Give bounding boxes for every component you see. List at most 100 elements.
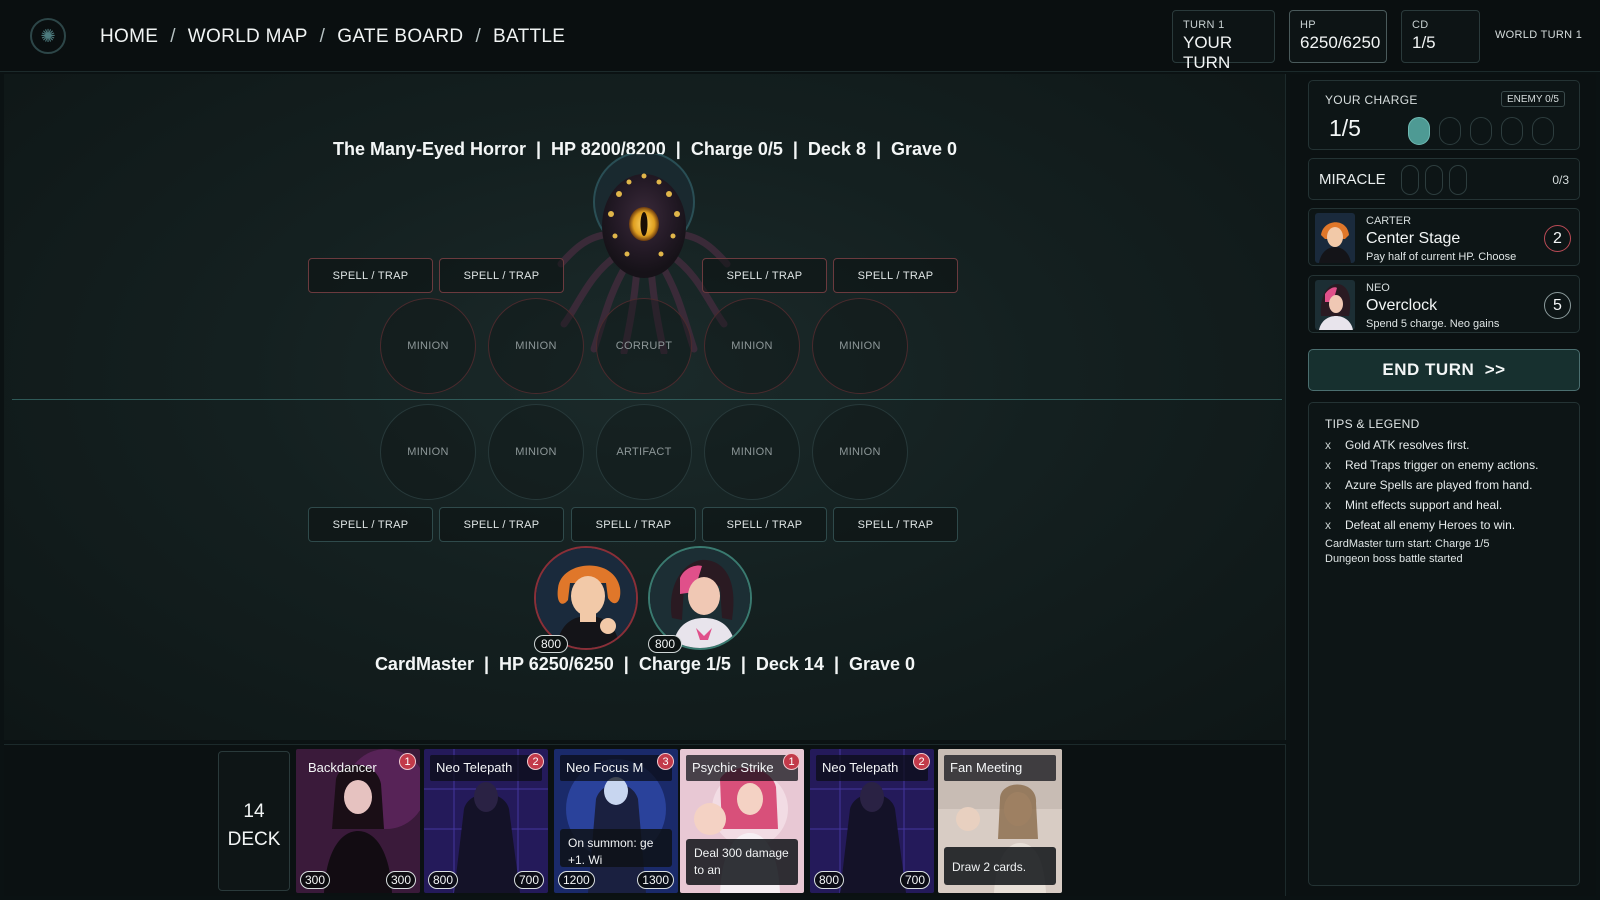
turn-value: YOUR TURN bbox=[1183, 33, 1233, 72]
card-def: 700 bbox=[899, 871, 930, 889]
enemy-corrupt-slot[interactable]: CORRUPT bbox=[596, 298, 692, 394]
ability-title: Center Stage bbox=[1366, 230, 1461, 247]
hero-neo[interactable]: 800 bbox=[648, 546, 752, 653]
player-minion-slot-4[interactable]: MINION bbox=[704, 404, 800, 500]
ability-cost: 2 bbox=[1544, 225, 1571, 252]
enemy-charge-badge: ENEMY 0/5 bbox=[1500, 91, 1565, 107]
card-def: 300 bbox=[385, 871, 416, 889]
cd-indicator: CD 1/5 bbox=[1401, 10, 1480, 63]
miracle-box: MIRACLE 0/3 bbox=[1308, 158, 1580, 200]
hand-card-psychic-strike[interactable]: Psychic Strike 1 Deal 300 damage to an bbox=[680, 749, 804, 893]
player-spell-slot-5[interactable]: SPELL / TRAP bbox=[833, 507, 958, 542]
enemy-spell-slot-1[interactable]: SPELL / TRAP bbox=[308, 258, 433, 293]
deck-count: 14 bbox=[243, 801, 265, 822]
player-spell-slot-3[interactable]: SPELL / TRAP bbox=[571, 507, 696, 542]
log-entry: CardMaster turn start: Charge 1/5 bbox=[1325, 538, 1490, 550]
card-desc: Deal 300 damage to an bbox=[686, 839, 798, 885]
breadcrumb-separator: / bbox=[170, 26, 176, 47]
enemy-minion-slot-1[interactable]: MINION bbox=[380, 298, 476, 394]
hand-card-neo-telepath[interactable]: Neo Telepath 2 800 700 bbox=[424, 749, 548, 893]
charge-box: YOUR CHARGE 1/5 ENEMY 0/5 bbox=[1308, 80, 1580, 150]
turn-label: TURN 1 bbox=[1183, 19, 1225, 31]
miracle-label: MIRACLE bbox=[1319, 171, 1386, 188]
card-cost: 1 bbox=[783, 753, 800, 770]
ability-hero-name: NEO bbox=[1366, 282, 1390, 294]
tip-text: Gold ATK resolves first. bbox=[1345, 438, 1470, 452]
game-logo-icon[interactable]: ✺ bbox=[30, 18, 66, 54]
deck-label: DECK bbox=[227, 829, 281, 850]
battle-log: CardMaster turn start: Charge 1/5 Dungeo… bbox=[1325, 537, 1489, 567]
turn-indicator: TURN 1 YOUR TURN bbox=[1172, 10, 1275, 72]
charge-pip bbox=[1408, 117, 1430, 145]
battle-board: The Many-Eyed Horror | HP 8200/8200 | Ch… bbox=[4, 74, 1286, 740]
ability-neo[interactable]: NEO Overclock Spend 5 charge. Neo gains … bbox=[1308, 275, 1580, 333]
card-desc: On summon: ge +1. Wi bbox=[560, 829, 672, 867]
miracle-count: 0/3 bbox=[1552, 173, 1569, 187]
tip-marker: x bbox=[1325, 438, 1331, 452]
hand-card-neo-focus[interactable]: Neo Focus M 3 On summon: ge +1. Wi 1200 … bbox=[554, 749, 678, 893]
hand-card-neo-telepath[interactable]: Neo Telepath 2 800 700 bbox=[810, 749, 934, 893]
card-atk: 1200 bbox=[558, 871, 595, 889]
card-def: 700 bbox=[513, 871, 544, 889]
tip-marker: x bbox=[1325, 518, 1331, 532]
log-entry: Dungeon boss battle started bbox=[1325, 553, 1463, 565]
tips-legend-box: TIPS & LEGEND x Gold ATK resolves first. … bbox=[1308, 402, 1580, 886]
tip-item: x Red Traps trigger on enemy actions. bbox=[1325, 455, 1538, 475]
miracle-pip bbox=[1401, 165, 1419, 195]
ability-text: Spend 5 charge. Neo gains bbox=[1366, 318, 1500, 330]
player-minion-slot-2[interactable]: MINION bbox=[488, 404, 584, 500]
enemy-spell-slot-4[interactable]: SPELL / TRAP bbox=[833, 258, 958, 293]
breadcrumb-world-map[interactable]: WORLD MAP bbox=[188, 26, 308, 48]
card-atk: 300 bbox=[300, 871, 331, 889]
tips-list: x Gold ATK resolves first. x Red Traps tri… bbox=[1325, 435, 1538, 535]
card-desc: Draw 2 cards. bbox=[944, 847, 1056, 885]
hand-area: 14 DECK Backdancer 1 300 300 Neo Telepat… bbox=[4, 744, 1286, 896]
breadcrumb-gate-board[interactable]: GATE BOARD bbox=[337, 26, 463, 48]
cd-value: 1/5 bbox=[1412, 33, 1436, 52]
ability-title: Overclock bbox=[1366, 297, 1438, 314]
board-divider bbox=[12, 399, 1282, 400]
hp-value: 6250/6250 bbox=[1300, 33, 1381, 52]
tip-item: x Defeat all enemy Heroes to win. bbox=[1325, 515, 1538, 535]
tip-marker: x bbox=[1325, 498, 1331, 512]
charge-pip bbox=[1439, 117, 1461, 145]
player-artifact-slot[interactable]: ARTIFACT bbox=[596, 404, 692, 500]
hand-card-backdancer[interactable]: Backdancer 1 300 300 bbox=[296, 749, 420, 893]
charge-pip bbox=[1501, 117, 1523, 145]
breadcrumb-separator: / bbox=[475, 26, 482, 47]
enemy-minion-slot-5[interactable]: MINION bbox=[812, 298, 908, 394]
deck-pile[interactable]: 14 DECK bbox=[218, 751, 290, 891]
charge-pip bbox=[1470, 117, 1492, 145]
hand-card-fan-meeting[interactable]: Fan Meeting Draw 2 cards. bbox=[938, 749, 1062, 893]
breadcrumb: HOME / WORLD MAP / GATE BOARD / BATTLE bbox=[100, 26, 565, 48]
breadcrumb-separator: / bbox=[319, 26, 326, 47]
player-spell-slot-1[interactable]: SPELL / TRAP bbox=[308, 507, 433, 542]
miracle-pip bbox=[1425, 165, 1443, 195]
player-spell-slot-2[interactable]: SPELL / TRAP bbox=[439, 507, 564, 542]
tip-text: Red Traps trigger on enemy actions. bbox=[1345, 458, 1539, 472]
card-name: Neo Telepath bbox=[816, 755, 928, 781]
ability-neo-portrait bbox=[1315, 280, 1355, 330]
tip-text: Mint effects support and heal. bbox=[1345, 498, 1503, 512]
top-bar: ✺ HOME / WORLD MAP / GATE BOARD / BATTLE… bbox=[0, 0, 1600, 72]
player-minion-slot-1[interactable]: MINION bbox=[380, 404, 476, 500]
enemy-spell-slot-3[interactable]: SPELL / TRAP bbox=[702, 258, 827, 293]
tip-text: Defeat all enemy Heroes to win. bbox=[1345, 518, 1516, 532]
tip-item: x Azure Spells are played from hand. bbox=[1325, 475, 1538, 495]
enemy-spell-slot-2[interactable]: SPELL / TRAP bbox=[439, 258, 564, 293]
hero-carter-hp: 800 bbox=[534, 635, 568, 653]
ability-carter[interactable]: CARTER Center Stage Pay half of current … bbox=[1308, 208, 1580, 266]
enemy-minion-slot-2[interactable]: MINION bbox=[488, 298, 584, 394]
hp-label: HP bbox=[1300, 19, 1316, 31]
tip-marker: x bbox=[1325, 478, 1331, 492]
card-name: Psychic Strike bbox=[686, 755, 798, 781]
breadcrumb-home[interactable]: HOME bbox=[100, 26, 158, 48]
card-atk: 800 bbox=[814, 871, 845, 889]
hero-carter[interactable]: 800 bbox=[534, 546, 638, 653]
enemy-minion-slot-4[interactable]: MINION bbox=[704, 298, 800, 394]
hero-neo-hp: 800 bbox=[648, 635, 682, 653]
player-minion-slot-5[interactable]: MINION bbox=[812, 404, 908, 500]
ability-text: Pay half of current HP. Choose bbox=[1366, 251, 1517, 263]
player-spell-slot-4[interactable]: SPELL / TRAP bbox=[702, 507, 827, 542]
end-turn-button[interactable]: END TURN >> bbox=[1308, 349, 1580, 391]
